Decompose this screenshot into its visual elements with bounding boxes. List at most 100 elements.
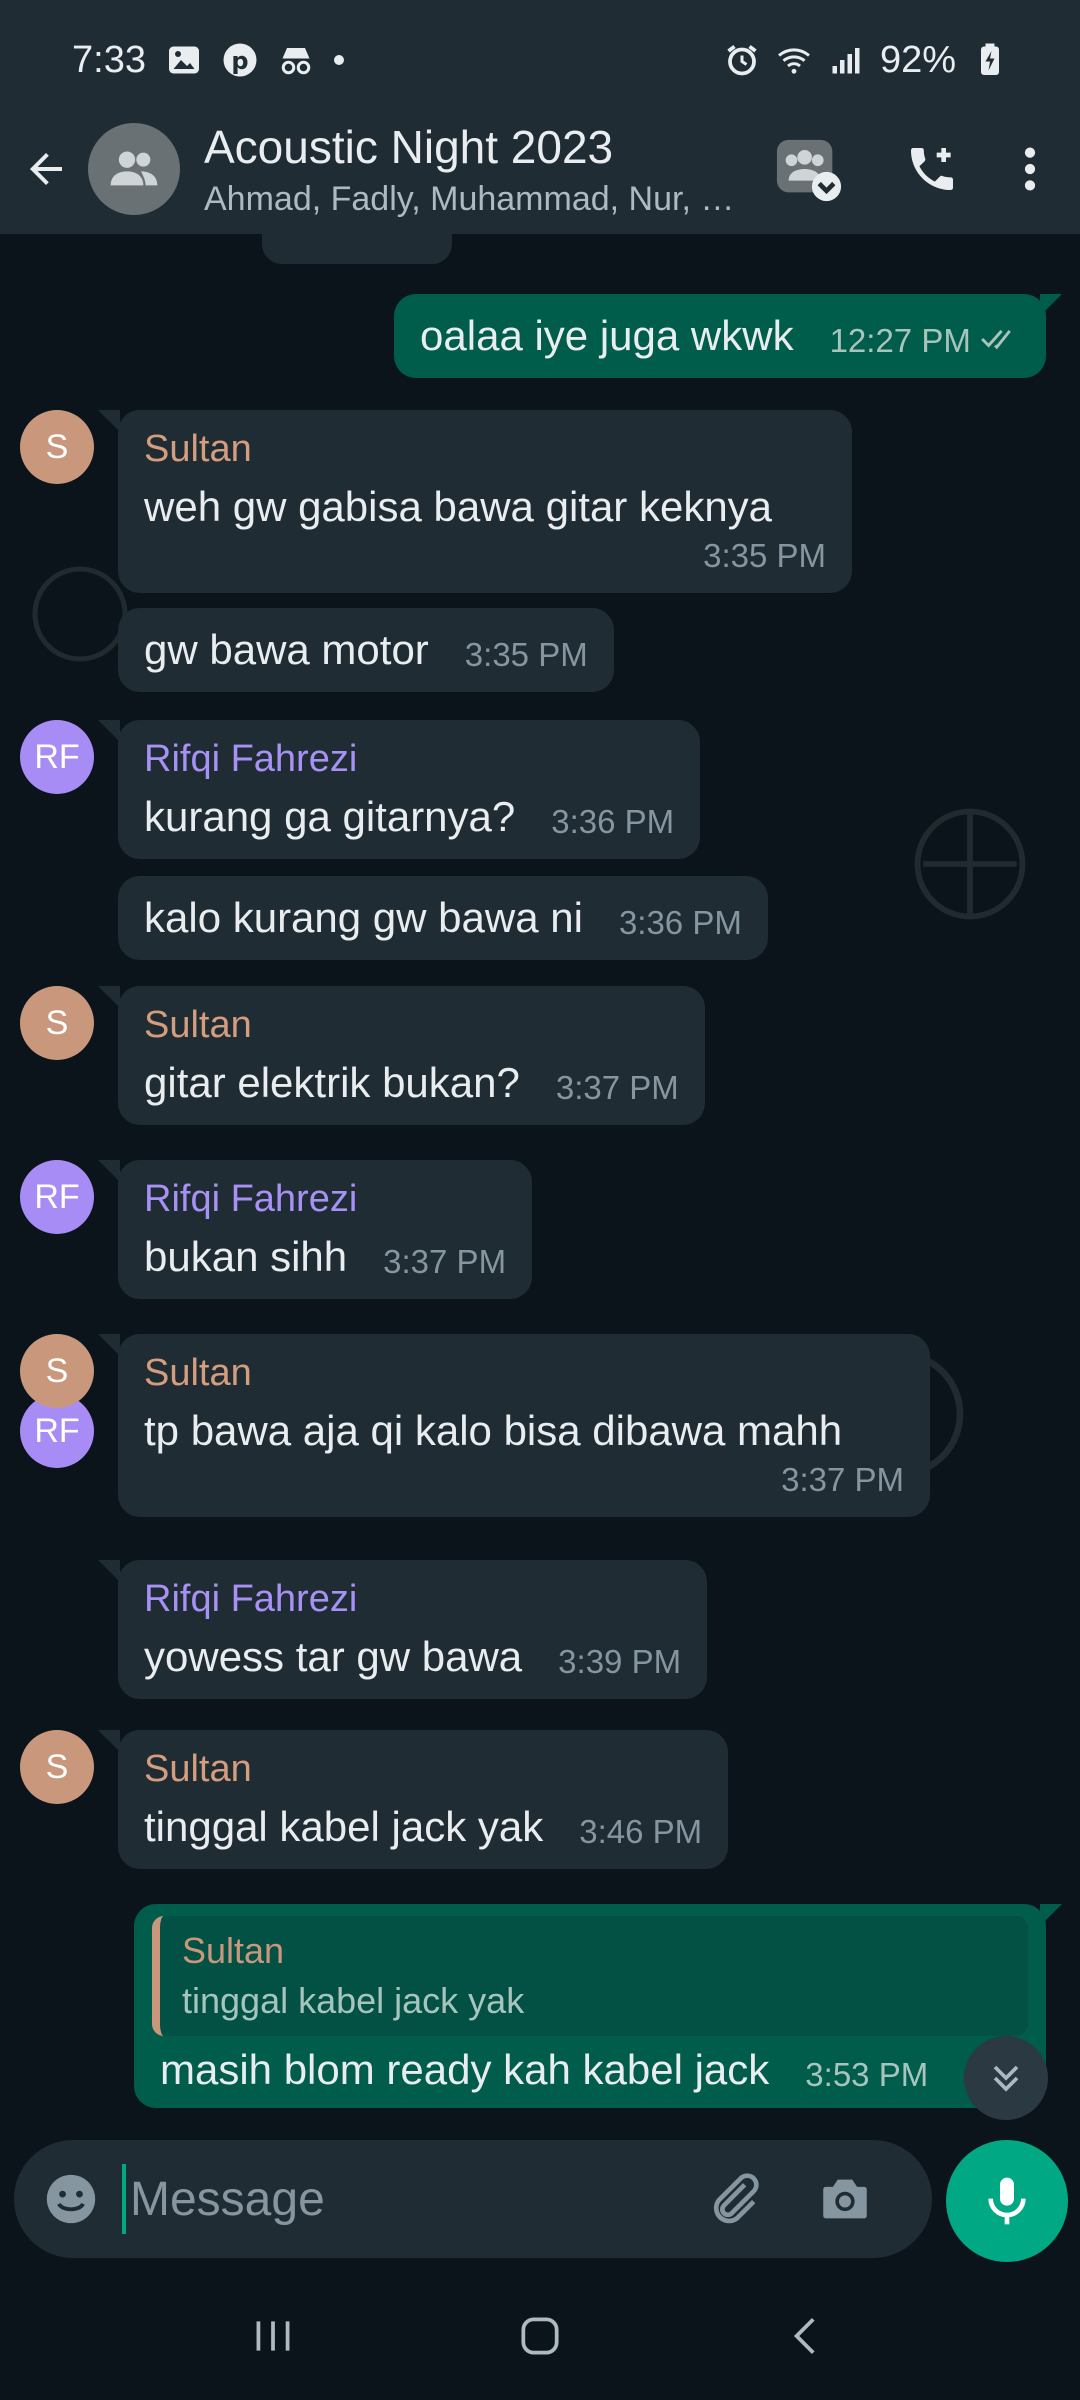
avatar[interactable]: S (20, 986, 94, 1060)
chevron-left-icon (793, 2318, 815, 2354)
avatar[interactable]: S (20, 1730, 94, 1804)
more-vert-icon (1024, 147, 1036, 191)
message-time: 3:36 PM (551, 803, 675, 840)
message-time: 3:37 PM (383, 1243, 507, 1280)
svg-text:p: p (231, 47, 248, 75)
avatar[interactable]: S (20, 1334, 94, 1408)
bubble-tail (98, 1334, 120, 1356)
message-bubble-incoming[interactable]: Sultan weh gw gabisa bawa gitar keknya 3… (118, 410, 852, 593)
community-icon (776, 139, 842, 202)
bubble-tail (98, 1730, 120, 1752)
message-text: gw bawa motor (144, 626, 429, 673)
message-text: gitar elektrik bukan? (144, 1059, 520, 1106)
sender-name[interactable]: Rifqi Fahrezi (144, 1178, 506, 1221)
message-bubble-outgoing[interactable]: oalaa iye juga wkwk 12:27 PM (394, 294, 1046, 378)
avatar[interactable]: RF (20, 720, 94, 794)
system-back-button[interactable] (767, 2296, 847, 2376)
more-options-button[interactable] (1020, 141, 1040, 197)
status-time: 7:33 (72, 38, 146, 81)
message-bubble-incoming[interactable]: Rifqi Fahrezi yowess tar gw bawa 3:39 PM (118, 1560, 708, 1699)
incognito-icon (278, 42, 314, 78)
compose-bar (14, 2140, 932, 2258)
avatar[interactable]: S (20, 410, 94, 484)
bubble-tail (98, 1160, 120, 1182)
message-text: kalo kurang gw bawa ni (144, 894, 583, 941)
double-chevron-down-icon (993, 2065, 1019, 2092)
quoted-text: tinggal kabel jack yak (182, 1980, 525, 2021)
sender-name[interactable]: Rifqi Fahrezi (144, 1578, 681, 1621)
wifi-icon (776, 42, 812, 78)
wallpaper-doodle-icon (914, 808, 1026, 920)
back-button[interactable] (16, 139, 76, 199)
message-bubble-incoming[interactable]: Sultan tp bawa aja qi kalo bisa dibawa m… (118, 1334, 930, 1517)
message-text: tp bawa aja qi kalo bisa dibawa mahh (144, 1407, 843, 1454)
message-bubble-outgoing[interactable]: Sultan tinggal kabel jack yak masih blom… (134, 1904, 1046, 2108)
quoted-message[interactable]: Sultan tinggal kabel jack yak (152, 1916, 1028, 2036)
message-bubble-incoming[interactable]: Sultan gitar elektrik bukan? 3:37 PM (118, 986, 705, 1125)
double-check-icon (981, 329, 1011, 350)
system-nav-bar (0, 2272, 1080, 2400)
attach-button[interactable] (702, 2168, 764, 2230)
battery-percent: 92% (879, 38, 956, 81)
chat-title: Acoustic Night 2023 (204, 120, 614, 173)
group-icon (110, 151, 158, 186)
sender-name[interactable]: Rifqi Fahrezi (144, 738, 674, 781)
microphone-icon (988, 2177, 1026, 2225)
emoji-button[interactable] (42, 2170, 100, 2228)
message-time-text: 12:27 PM (829, 322, 971, 359)
group-avatar[interactable] (88, 123, 180, 215)
camera-icon (823, 2179, 867, 2219)
message-text: weh gw gabisa bawa gitar keknya (144, 483, 773, 530)
chat-info[interactable]: Acoustic Night 2023 Ahmad, Fadly, Muhamm… (204, 120, 744, 219)
signal-icon (828, 42, 864, 78)
paperclip-icon (713, 2173, 759, 2224)
sender-name[interactable]: Sultan (144, 428, 826, 471)
chat-area[interactable]: oalaa iye juga wkwk 12:27 PM S Sultan we… (0, 234, 1080, 2140)
alarm-icon (724, 42, 760, 78)
community-button[interactable] (774, 134, 844, 204)
phone-add-icon (911, 148, 953, 190)
message-time: 3:35 PM (464, 636, 588, 673)
sender-name[interactable]: Sultan (144, 1352, 904, 1395)
message-bubble-incoming[interactable]: Rifqi Fahrezi bukan sihh 3:37 PM (118, 1160, 533, 1299)
avatar[interactable]: RF (20, 1160, 94, 1234)
battery-charging-icon (972, 42, 1008, 78)
message-time: 12:27 PM (830, 322, 1020, 360)
emoji-icon (46, 2174, 96, 2224)
add-call-button[interactable] (904, 141, 960, 197)
notification-dot (333, 55, 344, 65)
message-bubble-incoming[interactable]: Rifqi Fahrezi kurang ga gitarnya? 3:36 P… (118, 720, 701, 859)
voice-message-button[interactable] (946, 2140, 1068, 2262)
message-bubble-incoming[interactable]: kalo kurang gw bawa ni 3:36 PM (118, 876, 768, 960)
recents-icon (256, 2321, 290, 2351)
gallery-icon (166, 42, 202, 78)
message-time: 3:39 PM (558, 1643, 682, 1680)
recent-apps-button[interactable] (233, 2296, 313, 2376)
bubble-tail (98, 1560, 120, 1582)
message-bubble-incoming[interactable]: gw bawa motor 3:35 PM (118, 608, 614, 692)
chat-header: Acoustic Night 2023 Ahmad, Fadly, Muhamm… (0, 104, 1080, 234)
message-bubble-incoming[interactable]: Sultan tinggal kabel jack yak 3:46 PM (118, 1730, 729, 1869)
date-pill (262, 234, 452, 264)
message-text: yowess tar gw bawa (144, 1633, 523, 1680)
message-text: kurang ga gitarnya? (144, 793, 516, 840)
message-time: 3:35 PM (703, 537, 826, 574)
message-time: 3:46 PM (579, 1813, 703, 1850)
message-input[interactable] (122, 2164, 682, 2234)
status-bar: 7:33 p 92% (0, 0, 1080, 120)
home-button[interactable] (500, 2296, 580, 2376)
bubble-tail (98, 986, 120, 1008)
sender-name[interactable]: Sultan (144, 1748, 702, 1791)
arrow-back-icon (30, 153, 62, 185)
sender-name[interactable]: Sultan (144, 1004, 679, 1047)
camera-button[interactable] (816, 2170, 874, 2228)
bubble-tail (98, 410, 120, 432)
home-icon (521, 2317, 559, 2355)
chat-members: Ahmad, Fadly, Muhammad, Nur, Rifqi Fahre… (204, 179, 744, 218)
message-time: 3:37 PM (781, 1461, 904, 1498)
message-text: bukan sihh (144, 1233, 348, 1280)
bubble-tail (98, 720, 120, 742)
scroll-to-bottom-button[interactable] (964, 2036, 1048, 2120)
pinterest-icon: p (222, 42, 258, 78)
message-time: 3:37 PM (555, 1069, 679, 1106)
